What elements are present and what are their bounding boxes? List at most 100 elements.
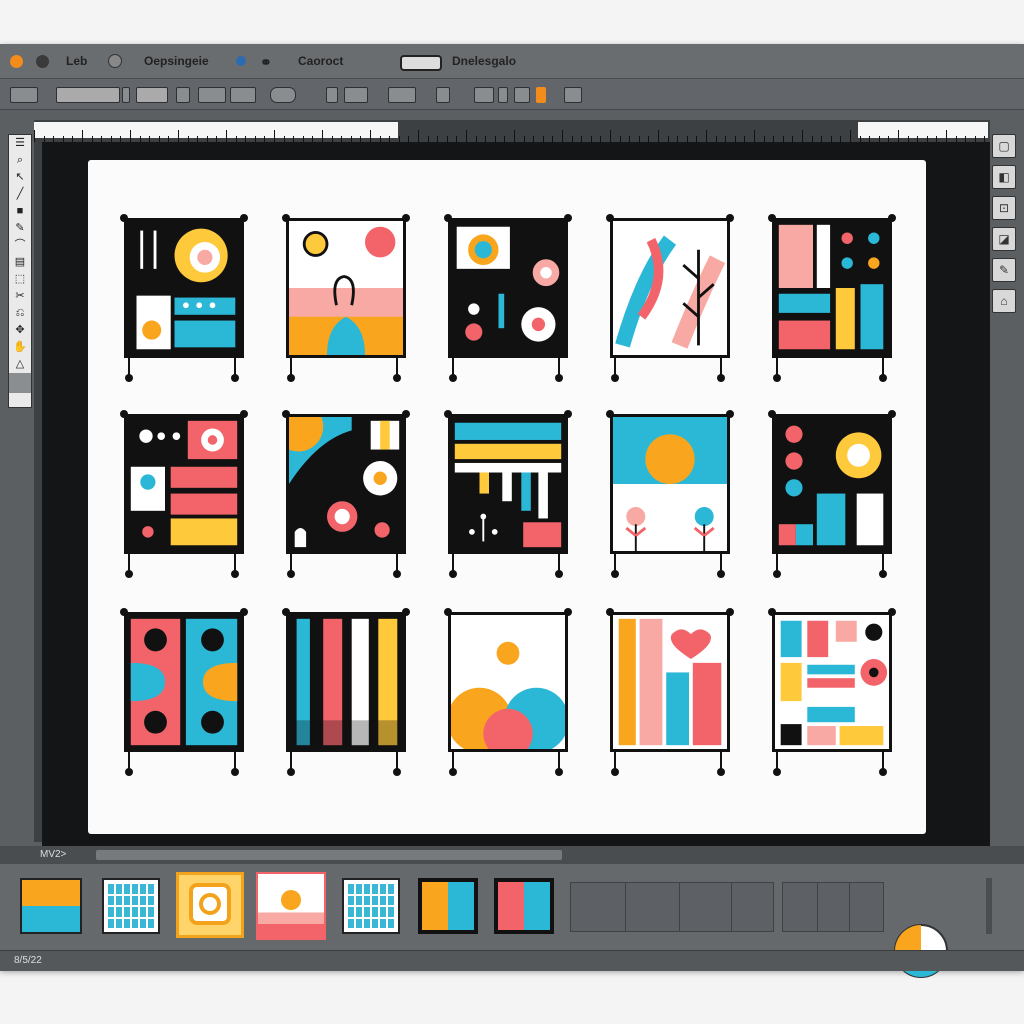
selection-handle[interactable]	[611, 374, 619, 382]
selection-handle[interactable]	[717, 768, 725, 776]
artwork-tile-9[interactable]	[606, 410, 734, 578]
selection-handle[interactable]	[888, 608, 896, 616]
selection-handle[interactable]	[888, 214, 896, 222]
selection-handle[interactable]	[564, 214, 572, 222]
artwork-tile-1[interactable]	[120, 214, 248, 382]
selection-handle[interactable]	[231, 768, 239, 776]
fill-button[interactable]	[388, 87, 416, 103]
tool-rectangle-icon[interactable]: ■	[9, 203, 31, 220]
swatch-coral-cyan-split[interactable]	[494, 878, 554, 934]
selection-handle[interactable]	[879, 374, 887, 382]
selection-handle[interactable]	[444, 214, 452, 222]
tool-undo-icon[interactable]: ⎌	[9, 305, 31, 322]
small-button-1[interactable]	[326, 87, 338, 103]
selection-handle[interactable]	[726, 410, 734, 418]
selection-handle[interactable]	[444, 608, 452, 616]
tool-arrow-button[interactable]	[10, 87, 38, 103]
selection-handle[interactable]	[773, 374, 781, 382]
tool-color-swatch[interactable]	[9, 373, 31, 393]
selection-handle[interactable]	[240, 608, 248, 616]
empty-slot-group-2[interactable]	[782, 882, 884, 932]
tool-marquee-icon[interactable]: ⬚	[9, 271, 31, 288]
artwork-tile-10[interactable]	[768, 410, 896, 578]
selection-handle[interactable]	[606, 410, 614, 418]
swatch-sun[interactable]	[256, 872, 326, 940]
menu-item-1[interactable]: Leb	[66, 54, 87, 68]
menu-item-2[interactable]: Oepsingeie	[144, 54, 209, 68]
window-minimize-button[interactable]	[36, 55, 49, 68]
canvas-area[interactable]	[42, 142, 990, 846]
style-button[interactable]	[198, 87, 226, 103]
tool-zoom-icon[interactable]: ⌕	[9, 152, 31, 169]
tool-select-icon[interactable]: ↖	[9, 169, 31, 186]
selection-handle[interactable]	[120, 608, 128, 616]
menu-item-4[interactable]: Dnelesgalo	[452, 54, 516, 68]
selection-handle[interactable]	[717, 570, 725, 578]
swatch-grid-2[interactable]	[342, 878, 400, 934]
tool-pencil-icon[interactable]: ✎	[9, 220, 31, 237]
selection-handle[interactable]	[287, 374, 295, 382]
selection-handle[interactable]	[768, 608, 776, 616]
menu-item-3[interactable]: Caoroct	[298, 54, 343, 68]
layers-button[interactable]	[474, 87, 494, 103]
selection-handle[interactable]	[606, 214, 614, 222]
tool-hand-icon[interactable]: ✋	[9, 339, 31, 356]
artwork-tile-14[interactable]	[606, 608, 734, 776]
selection-handle[interactable]	[231, 570, 239, 578]
selection-handle[interactable]	[287, 768, 295, 776]
small-button-2[interactable]	[344, 87, 368, 103]
font-select[interactable]	[56, 87, 120, 103]
artwork-tile-8[interactable]	[444, 410, 572, 578]
selection-handle[interactable]	[611, 768, 619, 776]
selection-handle[interactable]	[564, 608, 572, 616]
panel-split-icon[interactable]: ◪	[992, 227, 1016, 251]
selection-handle[interactable]	[888, 410, 896, 418]
selection-handle[interactable]	[125, 768, 133, 776]
toggle-button[interactable]	[270, 87, 296, 103]
tool-move-icon[interactable]: ✥	[9, 322, 31, 339]
selection-handle[interactable]	[773, 570, 781, 578]
tool-triangle-icon[interactable]: △	[9, 356, 31, 373]
selection-handle[interactable]	[555, 570, 563, 578]
panel-half-icon[interactable]: ◧	[992, 165, 1016, 189]
panel-frame-icon[interactable]: ▢	[992, 134, 1016, 158]
selection-handle[interactable]	[768, 214, 776, 222]
selection-handle[interactable]	[879, 570, 887, 578]
selection-handle[interactable]	[125, 570, 133, 578]
artwork-tile-2[interactable]	[282, 214, 410, 382]
selection-handle[interactable]	[282, 410, 290, 418]
font-select-chevron-icon[interactable]	[122, 87, 130, 103]
align-icon[interactable]	[176, 87, 190, 103]
export-button[interactable]	[564, 87, 582, 103]
selection-handle[interactable]	[768, 410, 776, 418]
toggle-pill[interactable]	[400, 55, 442, 71]
selection-handle[interactable]	[282, 214, 290, 222]
panel-edit-icon[interactable]: ✎	[992, 258, 1016, 282]
panel-home-icon[interactable]: ⌂	[992, 289, 1016, 313]
panel-target-icon[interactable]: ⊡	[992, 196, 1016, 220]
selection-handle[interactable]	[402, 608, 410, 616]
selection-handle[interactable]	[393, 374, 401, 382]
link-icon[interactable]: ⚭	[260, 54, 272, 71]
selection-handle[interactable]	[231, 374, 239, 382]
menu-circle-icon[interactable]	[108, 54, 122, 68]
group-button[interactable]	[514, 87, 530, 103]
selection-handle[interactable]	[726, 608, 734, 616]
selection-handle[interactable]	[444, 410, 452, 418]
selection-handle[interactable]	[773, 768, 781, 776]
artboard[interactable]	[88, 160, 926, 834]
selection-handle[interactable]	[606, 608, 614, 616]
horizontal-scrollbar[interactable]: MV2>	[0, 846, 1024, 864]
selection-handle[interactable]	[120, 410, 128, 418]
selection-handle[interactable]	[717, 374, 725, 382]
swatch-grid-1[interactable]	[102, 878, 160, 934]
size-select[interactable]	[136, 87, 168, 103]
panel-scrollbar[interactable]	[986, 878, 992, 934]
blue-dot-icon[interactable]	[236, 56, 246, 66]
selection-handle[interactable]	[449, 768, 457, 776]
selection-handle[interactable]	[402, 214, 410, 222]
tool-curve-icon[interactable]: ⌒	[9, 237, 31, 254]
selection-handle[interactable]	[240, 214, 248, 222]
swatch-target-selected[interactable]	[176, 872, 244, 938]
stroke-button[interactable]	[436, 87, 450, 103]
